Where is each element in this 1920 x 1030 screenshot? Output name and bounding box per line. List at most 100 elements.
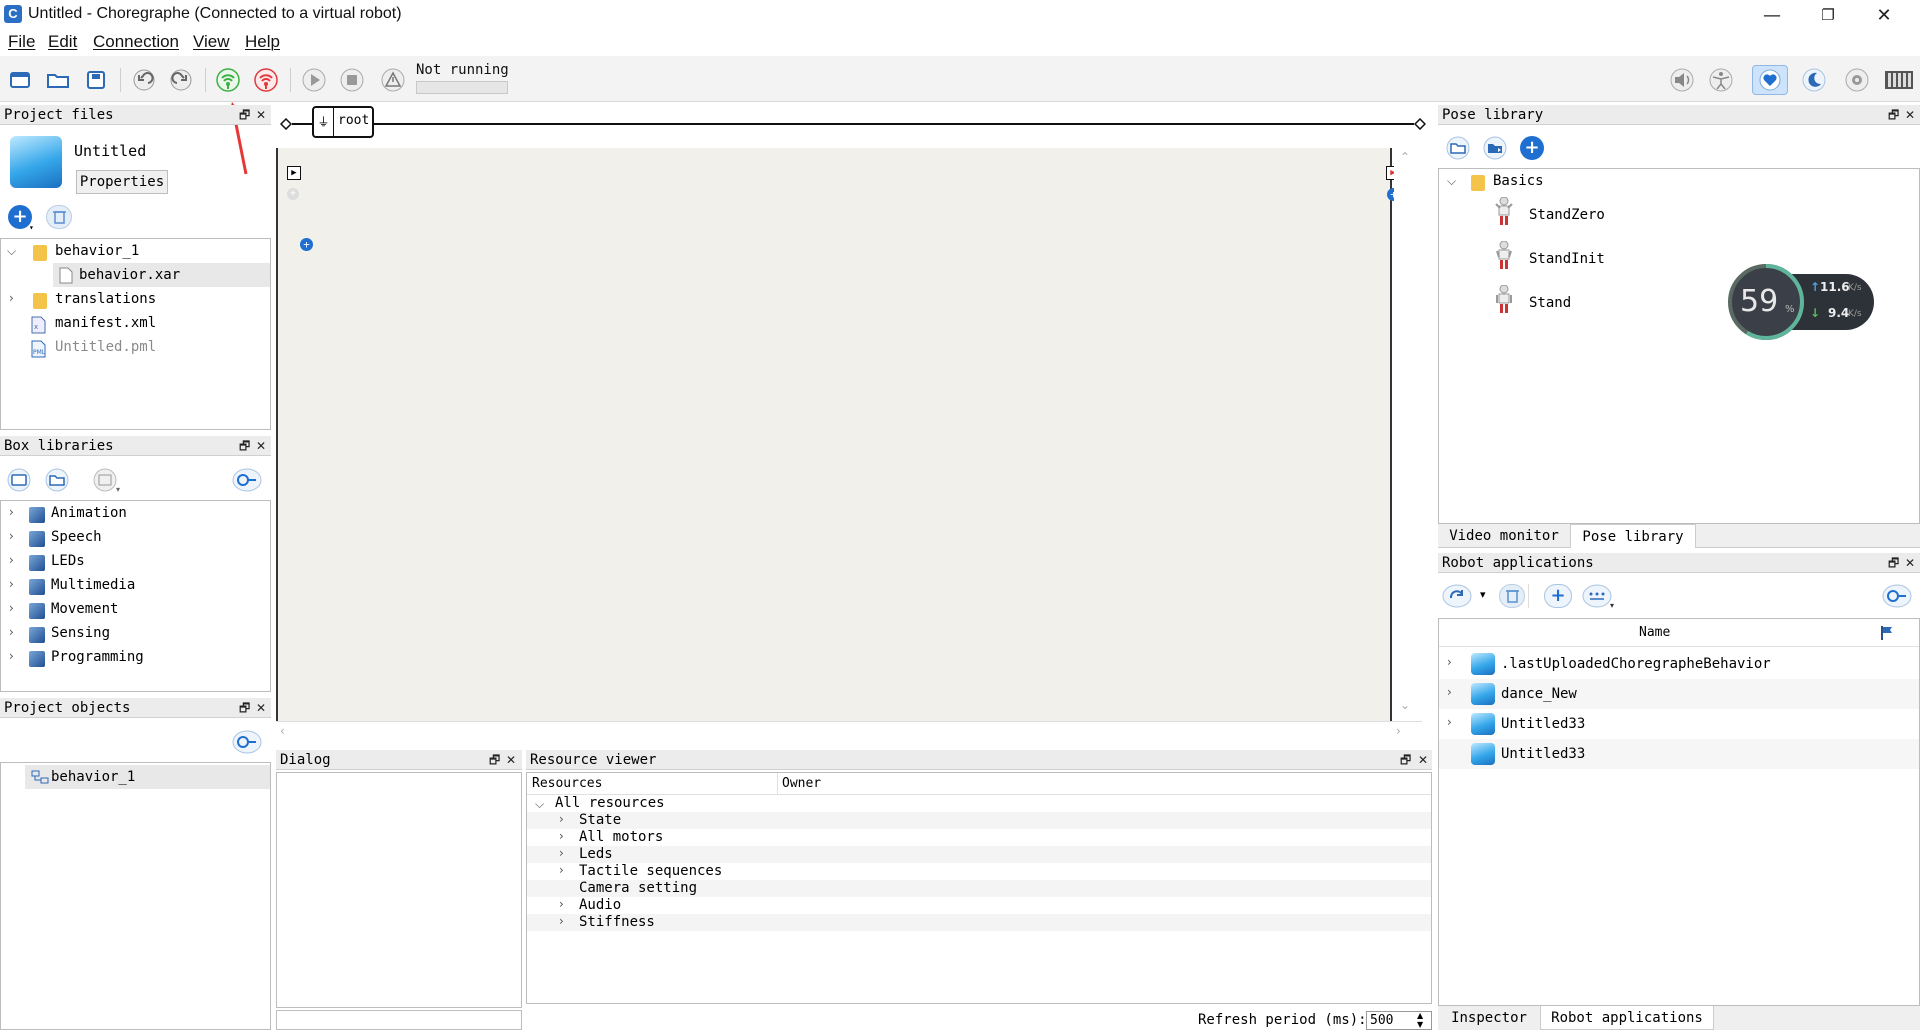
pose-folder-basics[interactable]: Basics: [1493, 169, 1544, 193]
resource-tactile[interactable]: Tactile sequences: [579, 863, 722, 880]
chevron-right-icon[interactable]: ›: [9, 505, 14, 519]
stop-icon[interactable]: [338, 67, 366, 93]
menu-help[interactable]: Help: [245, 32, 280, 52]
chevron-right-icon[interactable]: ›: [9, 291, 14, 305]
panel-float-icon[interactable]: 🗗: [239, 105, 250, 125]
panel-close-icon[interactable]: ✕: [1905, 553, 1915, 573]
resource-state[interactable]: State: [579, 812, 621, 829]
resource-audio[interactable]: Audio: [579, 897, 621, 914]
library-item-leds[interactable]: LEDs: [51, 549, 85, 573]
library-item-multimedia[interactable]: Multimedia: [51, 573, 135, 597]
open-pose-icon[interactable]: [1444, 136, 1472, 164]
add-pose-button[interactable]: +: [1520, 136, 1544, 160]
play-icon[interactable]: [300, 67, 328, 93]
settings-icon[interactable]: [1843, 67, 1871, 93]
minimize-button[interactable]: —: [1744, 0, 1800, 30]
menu-edit[interactable]: Edit: [48, 32, 77, 52]
animation-mode-icon[interactable]: [1707, 67, 1735, 93]
panel-float-icon[interactable]: 🗗: [239, 698, 250, 718]
object-item-behavior-1[interactable]: behavior_1: [51, 765, 135, 789]
pose-standinit[interactable]: StandInit: [1529, 247, 1605, 271]
scroll-up-icon[interactable]: ⌃: [1400, 150, 1410, 164]
maximize-button[interactable]: ❐: [1800, 0, 1856, 30]
scroll-right-icon[interactable]: ›: [1396, 724, 1401, 738]
pose-standzero[interactable]: StandZero: [1529, 203, 1605, 227]
library-item-programming[interactable]: Programming: [51, 645, 144, 669]
redo-icon[interactable]: [167, 67, 195, 93]
column-resources[interactable]: Resources: [532, 776, 602, 791]
chevron-right-icon[interactable]: ›: [559, 829, 564, 843]
chevron-right-icon[interactable]: ›: [9, 649, 14, 663]
resource-leds[interactable]: Leds: [579, 846, 613, 863]
chevron-right-icon[interactable]: ›: [9, 625, 14, 639]
open-project-icon[interactable]: [44, 67, 72, 93]
app-options-icon[interactable]: ▾: [1582, 584, 1618, 614]
app-untitled33-2[interactable]: Untitled33: [1501, 739, 1585, 769]
resource-stiffness[interactable]: Stiffness: [579, 914, 655, 931]
disconnect-icon[interactable]: [252, 67, 280, 93]
add-parameter-icon[interactable]: +: [300, 238, 313, 251]
tree-item-manifest[interactable]: manifest.xml: [55, 311, 156, 335]
chevron-down-icon[interactable]: ⌵: [1447, 174, 1456, 189]
search-objects-icon[interactable]: [232, 730, 262, 758]
tree-item-translations[interactable]: translations: [55, 287, 156, 311]
dialog-input[interactable]: [276, 1010, 522, 1030]
delete-app-button[interactable]: [1499, 584, 1525, 608]
undo-icon[interactable]: [130, 67, 158, 93]
save-project-icon[interactable]: [82, 67, 110, 93]
panel-float-icon[interactable]: 🗗: [1400, 750, 1411, 770]
root-node[interactable]: ⏚ root: [312, 106, 374, 138]
chevron-down-icon[interactable]: ▾: [29, 223, 34, 232]
chevron-down-icon[interactable]: ⌵: [535, 797, 544, 812]
chevron-right-icon[interactable]: ›: [559, 914, 564, 928]
pose-stand[interactable]: Stand: [1529, 291, 1571, 315]
chevron-right-icon[interactable]: ›: [559, 846, 564, 860]
library-item-animation[interactable]: Animation: [51, 501, 127, 525]
rest-icon[interactable]: [1800, 67, 1828, 93]
panel-float-icon[interactable]: 🗗: [1888, 105, 1899, 125]
chevron-right-icon[interactable]: ›: [1447, 715, 1452, 729]
tree-item-untitled-pml[interactable]: Untitled.pml: [55, 335, 156, 359]
tab-inspector[interactable]: Inspector: [1438, 1006, 1540, 1030]
panel-close-icon[interactable]: ✕: [506, 750, 516, 770]
chevron-right-icon[interactable]: ›: [9, 529, 14, 543]
behavior-canvas[interactable]: ▶ + + ▶ +: [276, 148, 1400, 721]
menu-file[interactable]: File: [8, 32, 35, 52]
resource-all[interactable]: All resources: [555, 795, 665, 812]
chevron-right-icon[interactable]: ›: [9, 553, 14, 567]
scroll-left-icon[interactable]: ‹: [280, 724, 285, 738]
new-library-icon[interactable]: [6, 468, 32, 496]
panel-close-icon[interactable]: ✕: [1418, 750, 1428, 770]
refresh-period-input[interactable]: 500 ▲ ▼: [1366, 1011, 1432, 1030]
canvas-vertical-scrollbar[interactable]: ⌃ ⌄: [1394, 148, 1422, 721]
chevron-right-icon[interactable]: ›: [559, 812, 564, 826]
open-library-icon[interactable]: [44, 468, 70, 496]
chevron-right-icon[interactable]: ›: [1447, 655, 1452, 669]
tab-robot-applications[interactable]: Robot applications: [1540, 1006, 1714, 1030]
library-item-sensing[interactable]: Sensing: [51, 621, 110, 645]
spin-down-icon[interactable]: ▼: [1417, 1021, 1423, 1029]
chevron-right-icon[interactable]: ›: [1447, 685, 1452, 699]
new-project-icon[interactable]: [6, 67, 34, 93]
panel-float-icon[interactable]: 🗗: [1888, 553, 1899, 573]
default-app-flag-icon[interactable]: [1879, 625, 1895, 641]
library-item-speech[interactable]: Speech: [51, 525, 102, 549]
search-library-icon[interactable]: [232, 468, 262, 496]
menu-connection[interactable]: Connection: [93, 32, 179, 52]
library-view-icon[interactable]: ▾: [92, 468, 122, 498]
input-play-icon[interactable]: ▶: [287, 166, 301, 180]
panel-close-icon[interactable]: ✕: [256, 436, 266, 456]
resource-all-motors[interactable]: All motors: [579, 829, 663, 846]
chevron-right-icon[interactable]: ›: [9, 577, 14, 591]
app-last-uploaded[interactable]: .lastUploadedChoregrapheBehavior: [1501, 649, 1771, 679]
menu-view[interactable]: View: [193, 32, 230, 52]
panel-close-icon[interactable]: ✕: [1905, 105, 1915, 125]
properties-button[interactable]: Properties: [76, 170, 168, 194]
panel-float-icon[interactable]: 🗗: [239, 436, 250, 456]
search-apps-icon[interactable]: [1882, 584, 1912, 612]
chevron-down-icon[interactable]: ⌵: [7, 244, 16, 259]
app-untitled33[interactable]: Untitled33: [1501, 709, 1585, 739]
panel-float-icon[interactable]: 🗗: [489, 750, 500, 770]
life-icon[interactable]: [1752, 65, 1788, 95]
app-dance-new[interactable]: dance_New: [1501, 679, 1577, 709]
